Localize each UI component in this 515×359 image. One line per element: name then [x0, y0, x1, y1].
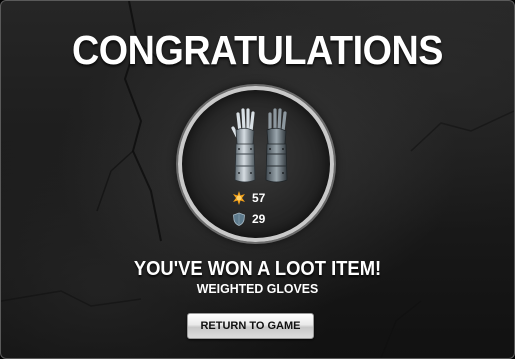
return-to-game-button[interactable]: RETURN TO GAME [187, 313, 314, 339]
dialog-title: CONGRATULATIONS [72, 27, 443, 73]
attack-value: 57 [252, 191, 266, 205]
gauntlets-icon [231, 108, 288, 183]
defense-stat: 29 [232, 211, 265, 227]
item-medallion: 57 29 [178, 86, 334, 242]
defense-value: 29 [252, 212, 266, 226]
item-name: WEIGHTED GLOVES [196, 281, 319, 296]
attack-stat: 57 [232, 190, 265, 206]
attack-burst-icon [233, 191, 245, 205]
shield-icon [233, 212, 245, 226]
loot-reward-dialog: CONGRATULATIONS 57 29 YOU'VE WON A LOOT … [0, 0, 515, 359]
loot-headline: YOU'VE WON A LOOT ITEM! [133, 258, 382, 280]
